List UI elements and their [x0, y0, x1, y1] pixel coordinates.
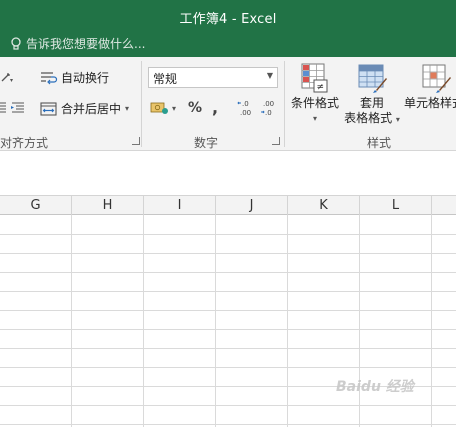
- wrap-text-button[interactable]: 自动换行: [40, 69, 109, 86]
- number-format-value: 常规: [153, 72, 178, 86]
- grid-line: [0, 329, 456, 330]
- chevron-down-icon: ▼: [266, 71, 273, 80]
- grid-line: [0, 348, 456, 349]
- merge-center-button[interactable]: 合并后居中 ▾: [40, 100, 129, 117]
- svg-text:≠: ≠: [317, 83, 325, 93]
- svg-text:.0: .0: [265, 109, 272, 117]
- grid-line: [287, 215, 288, 427]
- column-header-partial[interactable]: [432, 196, 456, 215]
- grid-spacer: [0, 187, 456, 195]
- lightbulb-icon: [10, 36, 22, 51]
- column-header-row: G H I J K L: [0, 195, 456, 215]
- grid-line: [0, 234, 456, 235]
- cell-styles-label: 单元格样式: [404, 96, 456, 110]
- currency-icon: [150, 102, 168, 114]
- cell-styles-icon: [422, 64, 451, 93]
- accounting-format-button[interactable]: ▾: [150, 100, 176, 116]
- column-header-l[interactable]: L: [360, 196, 432, 215]
- column-header-k[interactable]: K: [288, 196, 360, 215]
- styles-group-label: 样式: [367, 136, 392, 150]
- watermark: Baidu 经验: [336, 379, 414, 395]
- decrease-decimal-button[interactable]: .00 .0: [260, 99, 280, 117]
- format-as-table-label-line2: 表格格式: [344, 111, 393, 125]
- merge-center-dropdown-icon[interactable]: ▾: [125, 104, 129, 113]
- number-dialog-launcher-icon[interactable]: [272, 137, 280, 145]
- merge-center-label: 合并后居中: [61, 102, 122, 116]
- format-as-table-dropdown-icon: ▾: [395, 115, 400, 124]
- svg-text:.00: .00: [263, 100, 274, 108]
- accounting-dropdown-icon[interactable]: ▾: [172, 104, 176, 113]
- indent-buttons[interactable]: [0, 101, 26, 115]
- column-header-j[interactable]: J: [216, 196, 288, 215]
- conditional-formatting-button[interactable]: ≠ 条件格式 ▾: [288, 62, 342, 126]
- number-group-label: 数字: [194, 136, 219, 150]
- grid-line: [0, 310, 456, 311]
- comma-style-button[interactable]: ,: [212, 98, 218, 117]
- formula-bar[interactable]: [0, 151, 456, 188]
- increase-decimal-button[interactable]: .0 .00: [237, 99, 257, 117]
- wrap-text-icon: [41, 71, 58, 84]
- grid-line: [0, 253, 456, 254]
- svg-text:▾: ▾: [10, 77, 13, 83]
- grid-line: [0, 424, 456, 425]
- group-divider: [284, 61, 285, 147]
- grid-line: [215, 215, 216, 427]
- indent-icon: [0, 102, 24, 113]
- comma-label: ,: [212, 98, 219, 117]
- column-header-g[interactable]: G: [0, 196, 72, 215]
- decrease-decimal-icon: .00 .0: [261, 100, 274, 117]
- format-as-table-label-line1: 套用: [359, 96, 384, 110]
- grid-line: [0, 405, 456, 406]
- wrap-text-label: 自动换行: [61, 71, 110, 85]
- tell-me-text: 告诉我您想要做什么...: [26, 37, 146, 51]
- title-bar: 工作簿4 - Excel 告诉我您想要做什么...: [0, 0, 456, 57]
- grid-line: [0, 272, 456, 273]
- svg-text:.00: .00: [240, 109, 251, 117]
- conditional-formatting-label: 条件格式: [290, 96, 339, 110]
- grid-line: [0, 367, 456, 368]
- conditional-formatting-dropdown-icon: ▾: [312, 114, 317, 123]
- column-header-i[interactable]: I: [144, 196, 216, 215]
- number-format-select[interactable]: 常规 ▼: [148, 67, 278, 88]
- ribbon: ▾ 自动换行 合并后居中 ▾ 对齐方式 常规 ▼ ▾ % , .0 .00 .0…: [0, 57, 456, 151]
- grid-line: [143, 215, 144, 427]
- percent-label: %: [188, 100, 203, 116]
- cell-styles-button[interactable]: 单元格样式: [404, 62, 456, 111]
- group-divider: [141, 61, 142, 147]
- format-as-table-button[interactable]: 套用 表格格式 ▾: [342, 62, 402, 127]
- alignment-group-label: 对齐方式: [0, 136, 49, 150]
- percent-style-button[interactable]: %: [188, 100, 202, 116]
- column-header-h[interactable]: H: [72, 196, 144, 215]
- alignment-dialog-launcher-icon[interactable]: [132, 137, 140, 145]
- grid-line: [431, 215, 432, 427]
- tell-me-box[interactable]: 告诉我您想要做什么...: [10, 35, 145, 52]
- increase-decimal-icon: .0 .00: [237, 100, 251, 117]
- grid-line: [0, 291, 456, 292]
- window-title: 工作簿4 - Excel: [179, 12, 277, 27]
- grid-line: [71, 215, 72, 427]
- conditional-formatting-icon: ≠: [301, 63, 328, 93]
- svg-text:.0: .0: [242, 100, 249, 108]
- orientation-button[interactable]: ▾: [0, 71, 14, 83]
- orientation-icon: ▾: [1, 73, 13, 83]
- merge-center-icon: [40, 101, 57, 116]
- format-as-table-icon: [358, 64, 387, 93]
